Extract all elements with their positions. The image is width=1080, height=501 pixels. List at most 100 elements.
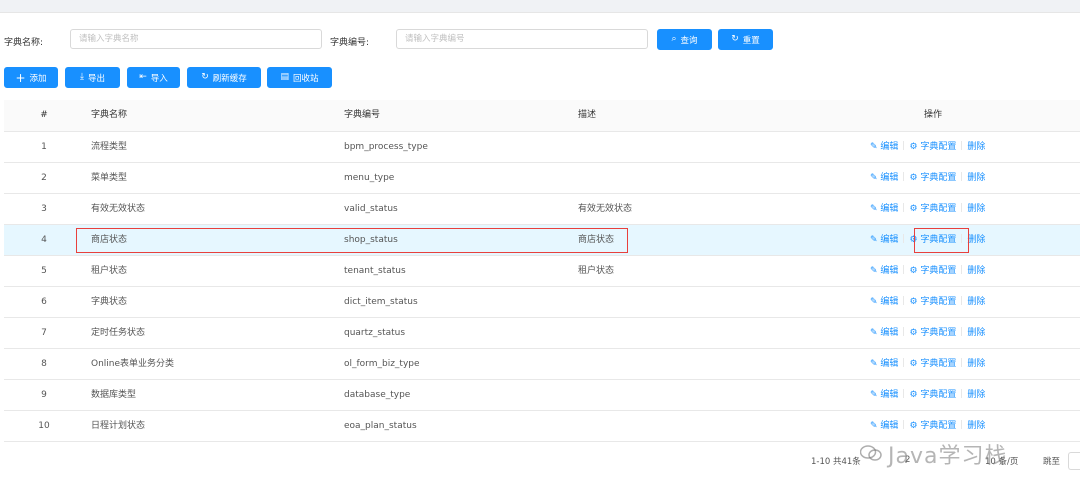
dict-config-link[interactable]: ⚙ 字典配置: [909, 235, 956, 245]
cell-code: ol_form_biz_type: [344, 359, 420, 369]
import-button[interactable]: ⇤ 导入: [127, 67, 180, 88]
cell-name: 流程类型: [91, 142, 128, 152]
dict-config-link[interactable]: ⚙ 字典配置: [909, 142, 956, 152]
edit-label: 编辑: [880, 173, 899, 183]
table-row[interactable]: 4 商店状态 shop_status 商店状态 ✎ 编辑 ⚙ 字典配置 删除: [4, 225, 1080, 256]
table-row[interactable]: 2 菜单类型 menu_type ✎ 编辑 ⚙ 字典配置 删除: [4, 163, 1080, 194]
cell-ops: ✎ 编辑 ⚙ 字典配置 删除: [870, 194, 985, 224]
edit-link[interactable]: ✎ 编辑: [870, 204, 898, 214]
gear-icon: ⚙: [909, 142, 918, 152]
table-row[interactable]: 9 数据库类型 database_type ✎ 编辑 ⚙ 字典配置 删除: [4, 380, 1080, 411]
dict-config-link[interactable]: ⚙ 字典配置: [909, 266, 956, 276]
dict-code-label: 字典编号:: [330, 38, 370, 48]
cell-index: 2: [41, 173, 47, 183]
cell-code: database_type: [344, 390, 411, 400]
dict-name-label: 字典名称:: [4, 38, 44, 48]
divider: [903, 296, 905, 305]
cell-name: 定时任务状态: [91, 328, 146, 338]
delete-link[interactable]: 删除: [967, 421, 985, 431]
edit-label: 编辑: [880, 359, 899, 369]
edit-link[interactable]: ✎ 编辑: [870, 328, 898, 338]
edit-link[interactable]: ✎ 编辑: [870, 359, 898, 369]
edit-link[interactable]: ✎ 编辑: [870, 266, 898, 276]
cell-code: bpm_process_type: [344, 142, 428, 152]
table-row[interactable]: 1 流程类型 bpm_process_type ✎ 编辑 ⚙ 字典配置 删除: [4, 132, 1080, 163]
dict-code-input[interactable]: [396, 29, 648, 49]
edit-icon: ✎: [870, 266, 878, 276]
gear-icon: ⚙: [909, 235, 918, 245]
refresh-cache-button[interactable]: ↻ 刷新缓存: [187, 67, 261, 88]
edit-label: 编辑: [880, 142, 899, 152]
gear-icon: ⚙: [909, 173, 918, 183]
edit-icon: ✎: [870, 235, 878, 245]
edit-label: 编辑: [880, 266, 899, 276]
add-button[interactable]: + 添加: [4, 67, 58, 88]
dict-config-label: 字典配置: [920, 266, 957, 276]
watermark-text: Java学习栈: [888, 444, 1008, 469]
header-code: 字典编号: [344, 110, 381, 120]
query-button[interactable]: ⌕ 查询: [657, 29, 712, 50]
dict-config-label: 字典配置: [920, 297, 957, 307]
wechat-icon: [860, 445, 882, 461]
dict-config-link[interactable]: ⚙ 字典配置: [909, 328, 956, 338]
cell-index: 1: [41, 142, 47, 152]
delete-link[interactable]: 删除: [967, 359, 985, 369]
reload-icon: ↻: [731, 34, 739, 44]
dict-config-link[interactable]: ⚙ 字典配置: [909, 390, 956, 400]
cell-ops: ✎ 编辑 ⚙ 字典配置 删除: [870, 256, 985, 286]
plus-icon: +: [15, 70, 26, 85]
cell-ops: ✎ 编辑 ⚙ 字典配置 删除: [870, 225, 985, 255]
table-row[interactable]: 8 Online表单业务分类 ol_form_biz_type ✎ 编辑 ⚙ 字典配置删…: [4, 349, 1080, 380]
cell-index: 5: [41, 266, 47, 276]
edit-link[interactable]: ✎ 编辑: [870, 421, 898, 431]
delete-link[interactable]: 删除: [967, 142, 985, 152]
delete-link[interactable]: 删除: [967, 266, 985, 276]
dict-config-link[interactable]: ⚙ 字典配置: [909, 297, 956, 307]
edit-icon: ✎: [870, 421, 878, 431]
export-button[interactable]: ⤓ 导出: [65, 67, 120, 88]
edit-link[interactable]: ✎ 编辑: [870, 142, 898, 152]
delete-link[interactable]: 删除: [967, 390, 985, 400]
divider: [961, 203, 963, 212]
edit-link[interactable]: ✎ 编辑: [870, 297, 898, 307]
cell-name: Online表单业务分类: [91, 359, 175, 369]
dict-config-link[interactable]: ⚙ 字典配置: [909, 421, 956, 431]
edit-link[interactable]: ✎ 编辑: [870, 173, 898, 183]
table-body: 1 流程类型 bpm_process_type ✎ 编辑 ⚙ 字典配置 删除 2 菜单类型 me…: [4, 132, 1080, 442]
delete-link[interactable]: 删除: [967, 173, 985, 183]
recycle-bin-button[interactable]: ▤ 回收站: [267, 67, 332, 88]
delete-link[interactable]: 删除: [967, 328, 985, 338]
table-header: # 字典名称 字典编号 描述 操作: [4, 100, 1080, 132]
reset-button[interactable]: ↻ 重置: [718, 29, 773, 50]
cell-code: menu_type: [344, 173, 395, 183]
header-index: #: [40, 110, 48, 120]
divider: [961, 327, 963, 336]
table-row[interactable]: 6 字典状态 dict_item_status ✎ 编辑 ⚙ 字典配置 删除: [4, 287, 1080, 318]
table-row[interactable]: 5 租户状态 tenant_status 租户状态 ✎ 编辑 ⚙ 字典配置 删除: [4, 256, 1080, 287]
dict-name-input[interactable]: [70, 29, 322, 49]
table-row[interactable]: 7 定时任务状态 quartz_status ✎ 编辑 ⚙ 字典配置 删除: [4, 318, 1080, 349]
divider: [903, 389, 905, 398]
gear-icon: ⚙: [909, 359, 918, 369]
jump-input[interactable]: [1068, 452, 1080, 470]
cell-name: 商店状态: [91, 235, 128, 245]
delete-link[interactable]: 删除: [967, 235, 985, 245]
dict-config-link[interactable]: ⚙ 字典配置: [909, 204, 956, 214]
header-name: 字典名称: [91, 110, 128, 120]
table-row[interactable]: 3 有效无效状态 valid_status 有效无效状态 ✎ 编辑 ⚙ 字典配置 删除: [4, 194, 1080, 225]
cell-name: 租户状态: [91, 266, 128, 276]
dict-config-link[interactable]: ⚙ 字典配置: [909, 173, 956, 183]
edit-link[interactable]: ✎ 编辑: [870, 390, 898, 400]
cell-name: 日程计划状态: [91, 421, 146, 431]
divider: [961, 265, 963, 274]
cell-code: quartz_status: [344, 328, 406, 338]
delete-link[interactable]: 删除: [967, 297, 985, 307]
import-icon: ⇤: [139, 72, 147, 82]
divider: [961, 141, 963, 150]
cell-code: shop_status: [344, 235, 398, 245]
dict-config-link[interactable]: ⚙ 字典配置: [909, 359, 956, 369]
divider: [903, 141, 905, 150]
delete-link[interactable]: 删除: [967, 204, 985, 214]
import-label: 导入: [150, 73, 168, 84]
edit-link[interactable]: ✎ 编辑: [870, 235, 898, 245]
